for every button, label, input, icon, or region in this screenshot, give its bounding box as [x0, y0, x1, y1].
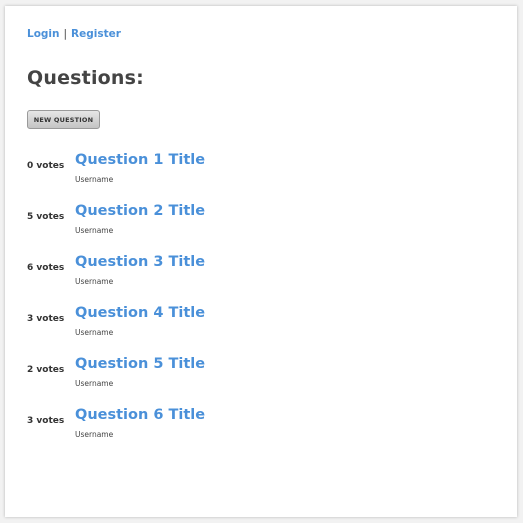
question-username: Username	[75, 277, 114, 286]
nav-separator: |	[63, 28, 68, 40]
main-card: Login | Register Questions: NEW QUESTION 0…	[5, 6, 517, 517]
vote-count: 3 votes	[27, 416, 65, 426]
new-question-button[interactable]: NEW QUESTION	[27, 110, 100, 129]
question-title-link[interactable]: Question 1 Title	[75, 152, 205, 168]
question-item: 5 votes Question 2 Title Username	[27, 203, 487, 239]
question-item: 0 votes Question 1 Title Username	[27, 152, 487, 188]
question-username: Username	[75, 379, 114, 388]
question-title-link[interactable]: Question 4 Title	[75, 305, 205, 321]
login-link[interactable]: Login	[27, 28, 60, 40]
question-title-link[interactable]: Question 5 Title	[75, 356, 205, 372]
question-username: Username	[75, 430, 114, 439]
vote-count: 5 votes	[27, 212, 65, 222]
page-title: Questions:	[27, 67, 144, 89]
vote-count: 0 votes	[27, 161, 65, 171]
auth-nav: Login | Register	[27, 28, 121, 40]
question-title-link[interactable]: Question 6 Title	[75, 407, 205, 423]
question-item: 3 votes Question 4 Title Username	[27, 305, 487, 341]
question-title-link[interactable]: Question 3 Title	[75, 254, 205, 270]
question-item: 3 votes Question 6 Title Username	[27, 407, 487, 443]
question-title-link[interactable]: Question 2 Title	[75, 203, 205, 219]
vote-count: 3 votes	[27, 314, 65, 324]
vote-count: 6 votes	[27, 263, 65, 273]
question-item: 6 votes Question 3 Title Username	[27, 254, 487, 290]
question-username: Username	[75, 328, 114, 337]
question-username: Username	[75, 226, 114, 235]
question-item: 2 votes Question 5 Title Username	[27, 356, 487, 392]
register-link[interactable]: Register	[71, 28, 121, 40]
vote-count: 2 votes	[27, 365, 65, 375]
question-username: Username	[75, 175, 114, 184]
